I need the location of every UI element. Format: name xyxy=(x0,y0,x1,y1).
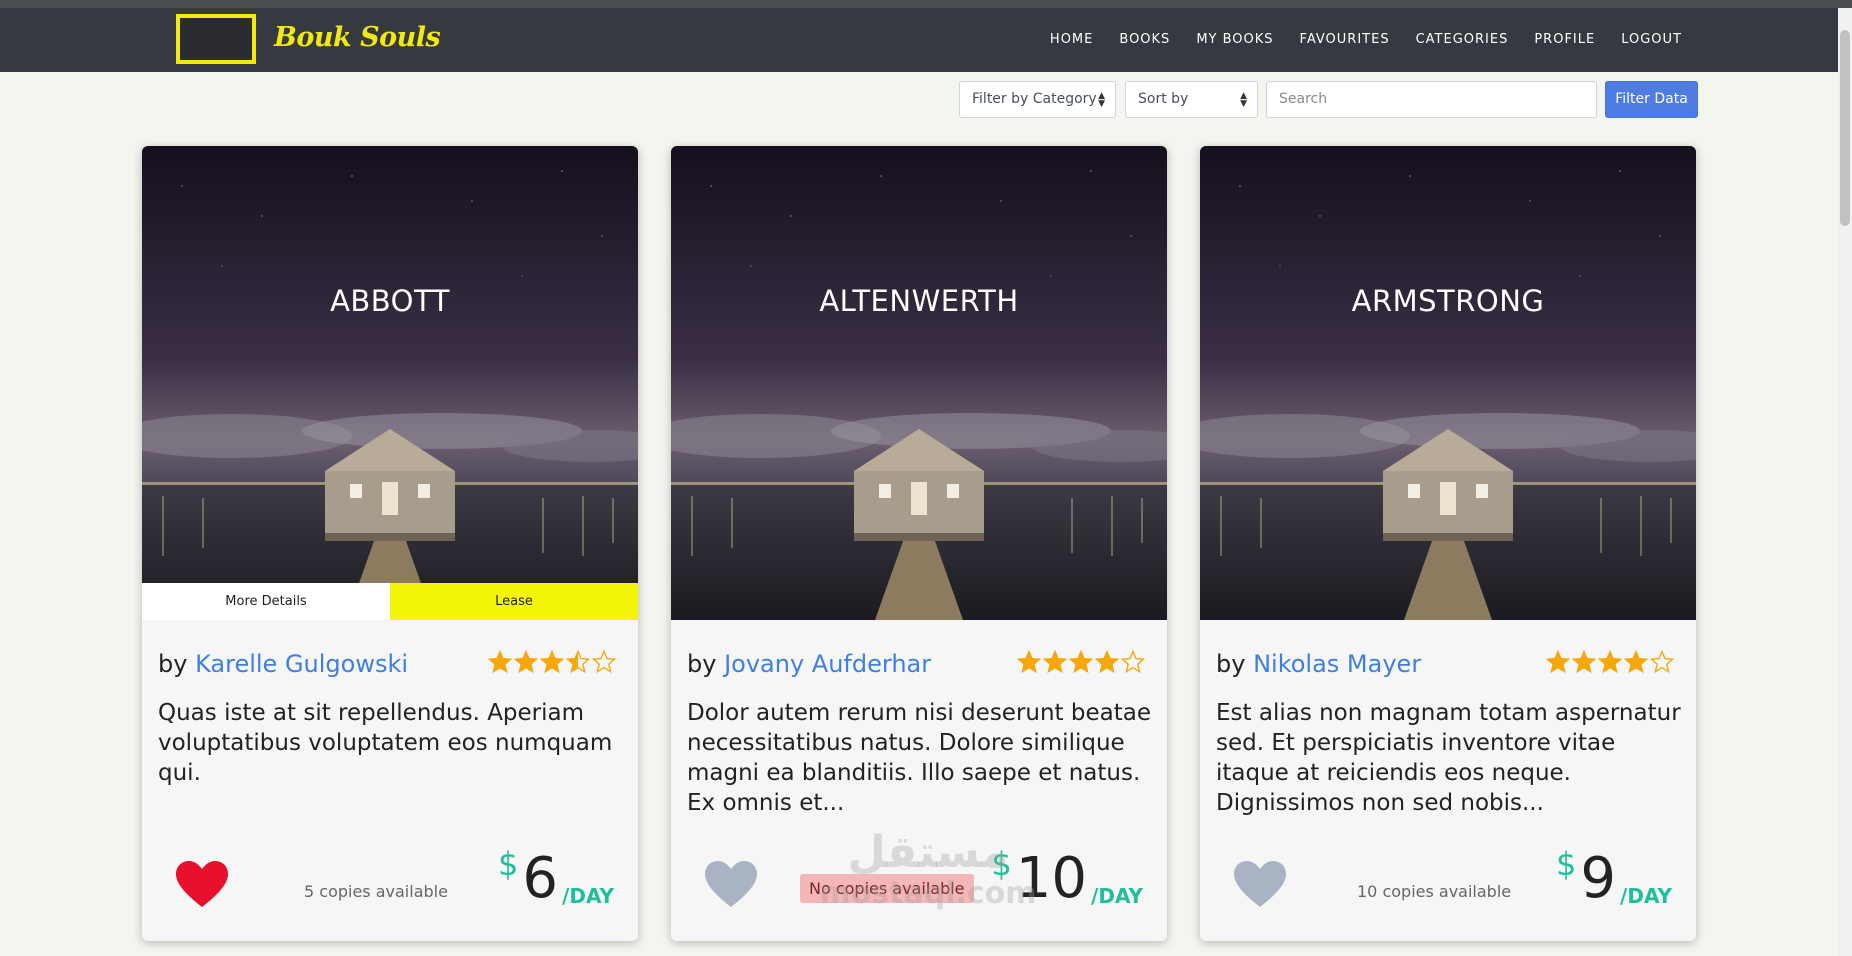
book-cover-image xyxy=(1200,146,1696,620)
book-title: ARMSTRONG xyxy=(1351,284,1545,318)
rating-stars xyxy=(1017,650,1145,674)
category-select-label: Filter by Category xyxy=(972,91,1097,107)
by-label: by xyxy=(1216,650,1246,678)
filter-bar: Filter by Category ▲ ▼ Sort by ▲ ▼ Search … xyxy=(0,81,1852,119)
star-full-icon xyxy=(514,650,538,674)
copies-available: 10 copies available xyxy=(1357,882,1512,901)
category-select[interactable]: Filter by Category ▲ ▼ xyxy=(959,81,1116,118)
author-link[interactable]: Karelle Gulgowski xyxy=(195,650,408,678)
watermark: مستقل mostaql.com xyxy=(808,828,1048,910)
price-amount: 9 xyxy=(1580,846,1617,911)
book-description: Dolor autem rerum nisi deserunt beatae n… xyxy=(687,700,1151,816)
heart-icon[interactable] xyxy=(1234,861,1286,909)
more-details-button[interactable]: More Details xyxy=(142,583,390,620)
author-row: by Nikolas Mayer xyxy=(1216,650,1421,678)
star-full-icon xyxy=(1546,650,1570,674)
sort-select[interactable]: Sort by ▲ ▼ xyxy=(1125,81,1258,118)
by-label: by xyxy=(687,650,717,678)
currency-symbol: $ xyxy=(1556,845,1577,883)
watermark-domain: mostaql.com xyxy=(819,876,1037,911)
star-full-icon xyxy=(488,650,512,674)
star-empty-icon xyxy=(592,650,616,674)
star-empty-icon xyxy=(1121,650,1145,674)
brand-name[interactable]: Bouk Souls xyxy=(274,22,441,53)
author-link[interactable]: Nikolas Mayer xyxy=(1253,650,1421,678)
price: $ 6 /DAY xyxy=(498,846,614,912)
star-full-icon xyxy=(540,650,564,674)
book-description: Quas iste at sit repellendus. Aperiam vo… xyxy=(158,700,613,786)
rating-stars xyxy=(1546,650,1674,674)
book-card: ABBOTT More Details Lease by Karelle Gul… xyxy=(142,146,638,941)
nav-profile[interactable]: PROFILE xyxy=(1534,32,1595,47)
scrollbar-thumb[interactable] xyxy=(1840,30,1850,226)
nav-my-books[interactable]: MY BOOKS xyxy=(1196,32,1273,47)
copies-available: 5 copies available xyxy=(304,882,448,901)
search-input[interactable]: Search xyxy=(1266,81,1597,118)
navbar: Bouk Souls HOME BOOKS MY BOOKS FAVOURITE… xyxy=(0,8,1852,72)
browser-top-strip xyxy=(0,0,1852,8)
currency-symbol: $ xyxy=(498,845,519,883)
select-caret-icon: ▲ ▼ xyxy=(1098,91,1105,109)
author-row: by Jovany Aufderhar xyxy=(687,650,931,678)
nav-home[interactable]: HOME xyxy=(1050,32,1093,47)
page-scrollbar[interactable] xyxy=(1838,8,1852,956)
search-placeholder: Search xyxy=(1279,91,1328,107)
book-card: ARMSTRONG by Nikolas Mayer Est alias non… xyxy=(1200,146,1696,941)
lease-button[interactable]: Lease xyxy=(390,583,638,620)
star-full-icon xyxy=(1624,650,1648,674)
logo[interactable] xyxy=(176,14,256,64)
book-cover-image xyxy=(142,146,638,620)
nav-categories[interactable]: CATEGORIES xyxy=(1416,32,1509,47)
nav-favourites[interactable]: FAVOURITES xyxy=(1300,32,1390,47)
watermark-arabic: مستقل xyxy=(847,827,1009,878)
book-description: Est alias non magnam totam aspernatur se… xyxy=(1216,700,1681,816)
star-full-icon xyxy=(1043,650,1067,674)
nav-logout[interactable]: LOGOUT xyxy=(1621,32,1682,47)
filter-data-button[interactable]: Filter Data xyxy=(1605,81,1698,118)
book-card: ALTENWERTH by Jovany Aufderhar Dolor aut… xyxy=(671,146,1167,941)
star-full-icon xyxy=(1598,650,1622,674)
star-full-icon xyxy=(1069,650,1093,674)
price-period: /DAY xyxy=(1091,884,1143,908)
select-caret-icon: ▲ ▼ xyxy=(1240,91,1247,109)
price-period: /DAY xyxy=(562,884,614,908)
star-empty-icon xyxy=(1650,650,1674,674)
heart-icon[interactable] xyxy=(705,861,757,909)
nav-books[interactable]: BOOKS xyxy=(1119,32,1170,47)
star-half-icon xyxy=(566,650,590,674)
price: $ 9 /DAY xyxy=(1556,846,1672,912)
star-full-icon xyxy=(1572,650,1596,674)
author-link[interactable]: Jovany Aufderhar xyxy=(724,650,931,678)
price-period: /DAY xyxy=(1620,884,1672,908)
author-row: by Karelle Gulgowski xyxy=(158,650,408,678)
star-full-icon xyxy=(1017,650,1041,674)
price-amount: 6 xyxy=(522,846,559,911)
by-label: by xyxy=(158,650,188,678)
rating-stars xyxy=(488,650,616,674)
heart-icon[interactable] xyxy=(176,861,228,909)
book-title: ABBOTT xyxy=(330,284,450,318)
book-title: ALTENWERTH xyxy=(819,284,1019,318)
book-cover-image xyxy=(671,146,1167,620)
star-full-icon xyxy=(1095,650,1119,674)
sort-select-label: Sort by xyxy=(1138,91,1189,107)
nav-links: HOME BOOKS MY BOOKS FAVOURITES CATEGORIE… xyxy=(1024,32,1682,47)
card-image-actions: More Details Lease xyxy=(142,583,638,620)
